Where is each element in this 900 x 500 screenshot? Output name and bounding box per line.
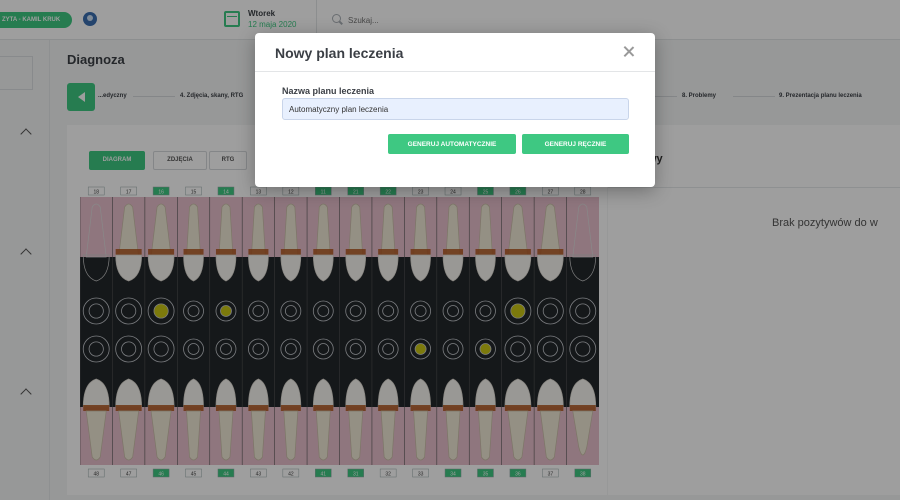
new-treatment-plan-dialog: Nowy plan leczenia Nazwa planu leczenia … — [255, 33, 655, 187]
plan-name-label: Nazwa planu leczenia — [282, 86, 375, 96]
generate-manual-button[interactable]: GENERUJ RĘCZNIE — [522, 134, 629, 154]
plan-name-input[interactable] — [282, 98, 629, 120]
modal-title: Nowy plan leczenia — [275, 45, 404, 61]
close-icon[interactable] — [622, 45, 636, 59]
modal-divider — [255, 71, 655, 72]
generate-auto-button[interactable]: GENERUJ AUTOMATYCZNIE — [388, 134, 516, 154]
